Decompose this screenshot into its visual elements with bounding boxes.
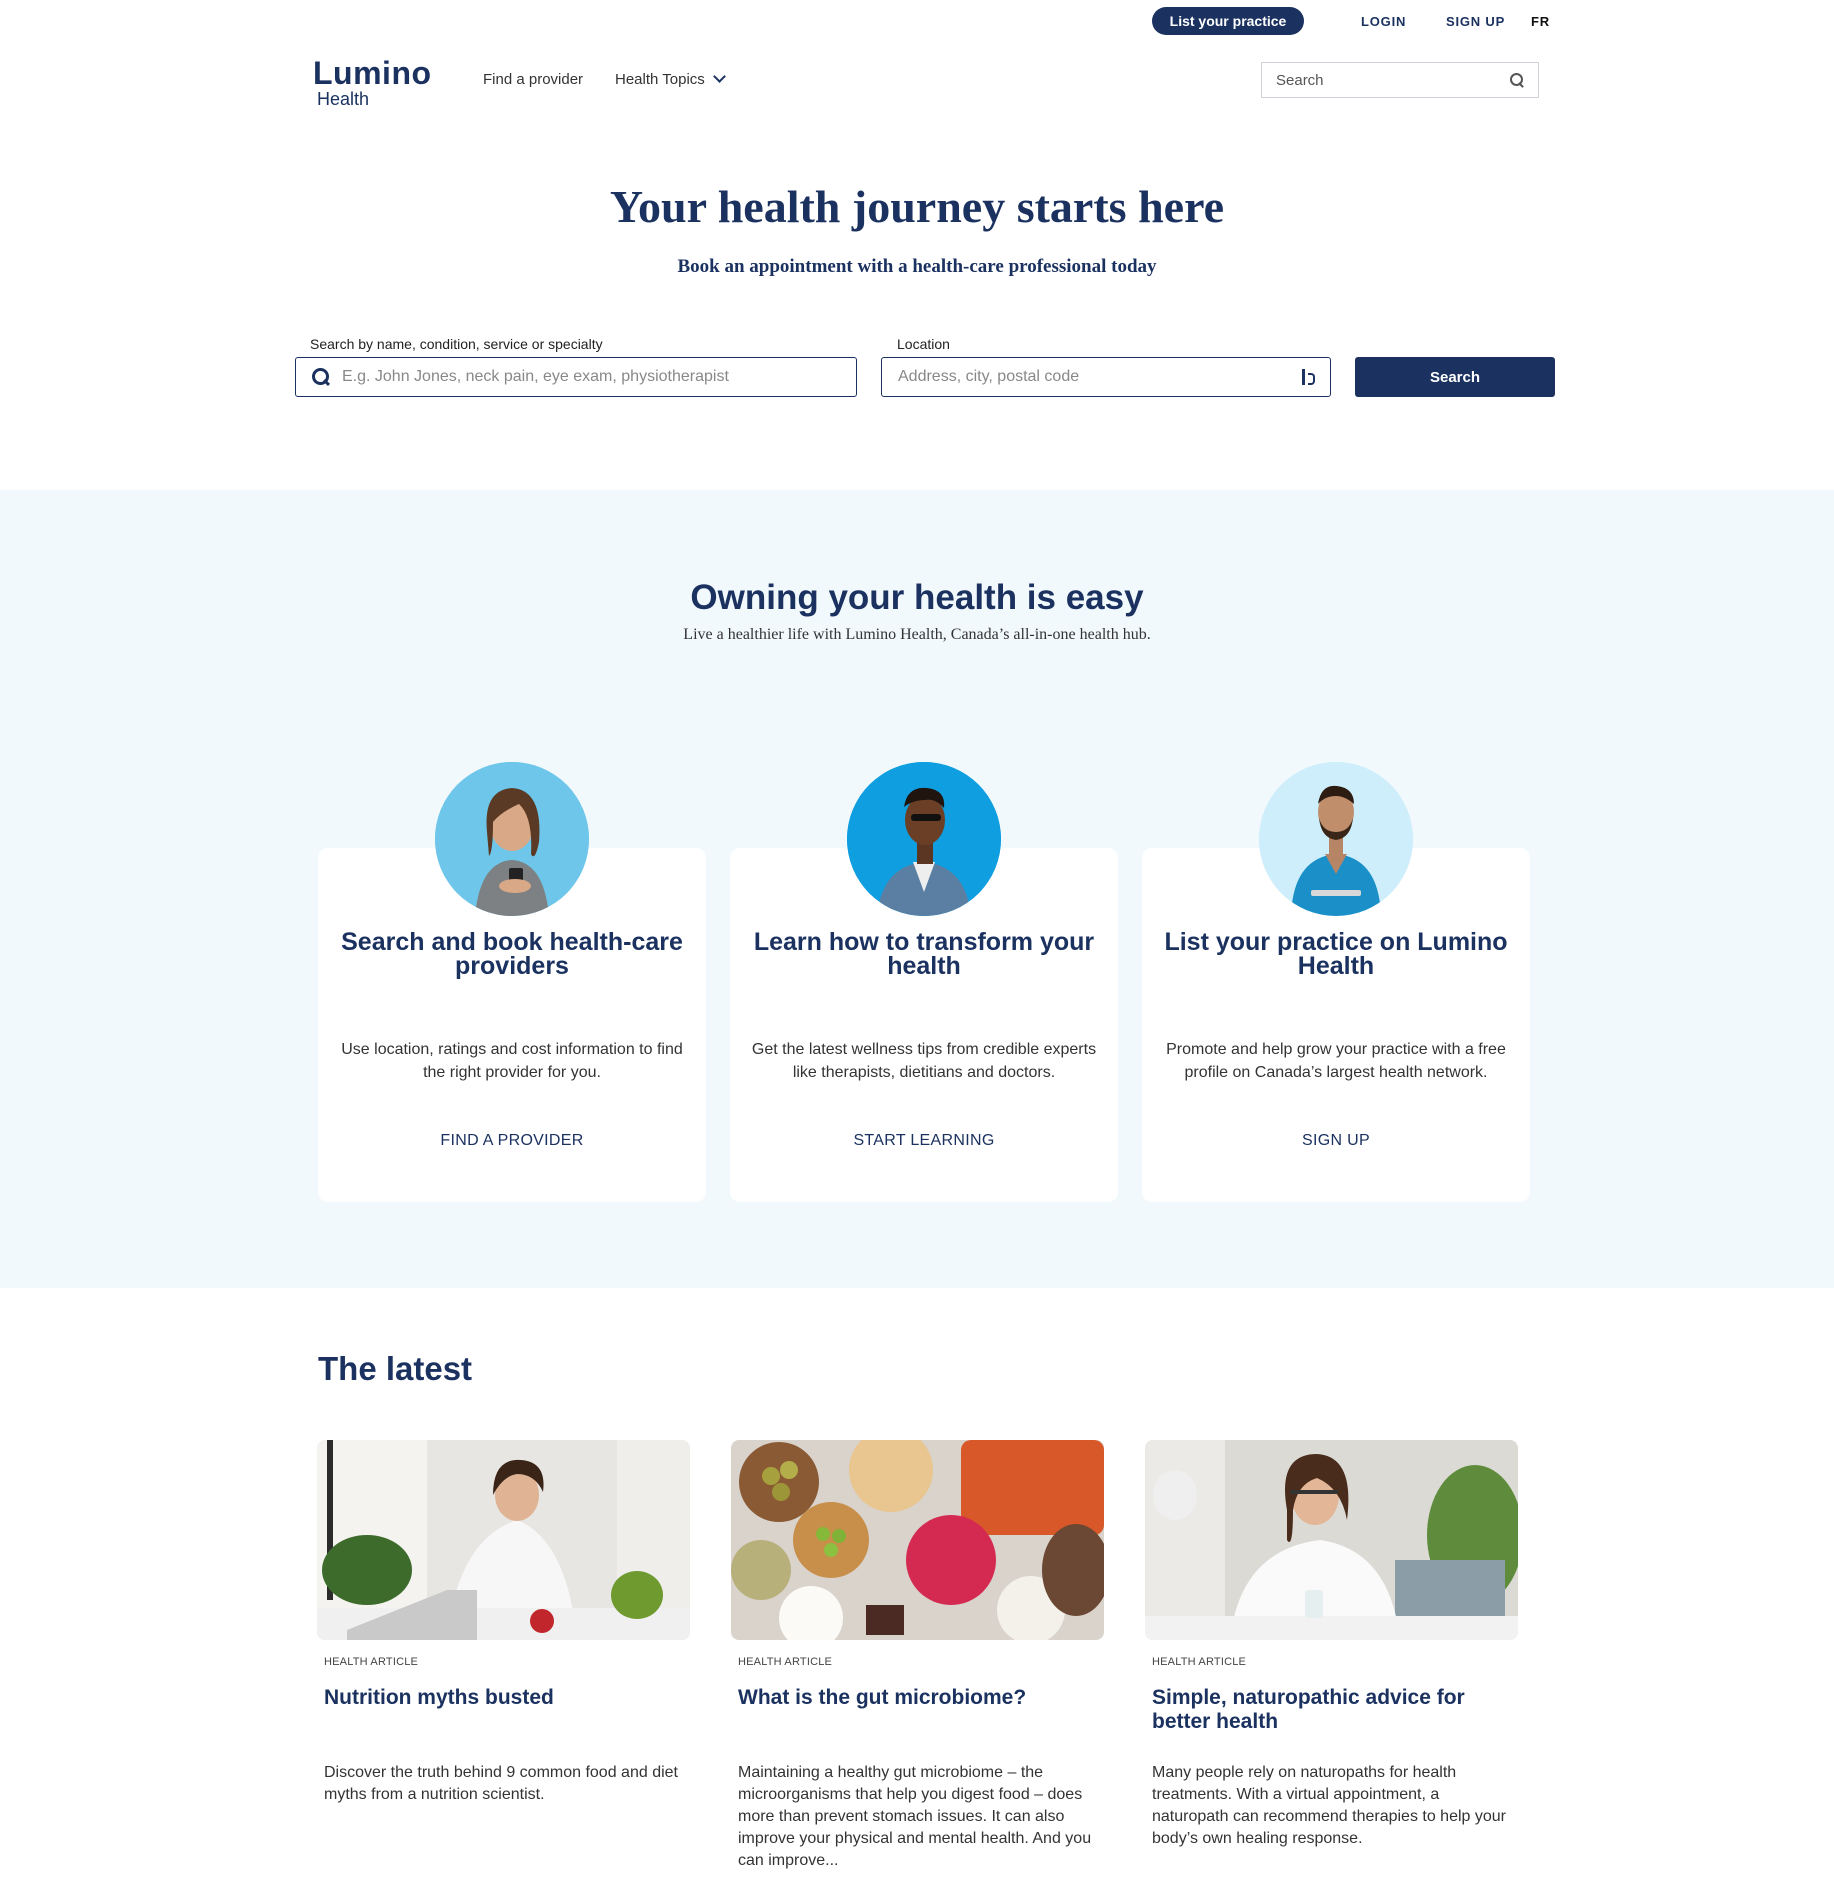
hero-title: Your health journey starts here xyxy=(609,181,1225,232)
article-card[interactable]: HEALTH ARTICLE Nutrition myths busted Di… xyxy=(317,1440,690,1806)
list-your-practice-button[interactable]: List your practice xyxy=(1152,7,1304,35)
location-label: Location xyxy=(897,336,950,352)
header-search-input[interactable] xyxy=(1276,71,1510,89)
language-toggle[interactable]: FR xyxy=(1531,14,1550,29)
logo-brand: Lumino xyxy=(313,55,432,91)
nutrition-doctor-photo xyxy=(317,1440,690,1640)
hero-subtitle: Book an appointment with a health-care p… xyxy=(677,256,1157,277)
article-card[interactable]: HEALTH ARTICLE What is the gut microbiom… xyxy=(731,1440,1104,1872)
article-card[interactable]: HEALTH ARTICLE Simple, naturopathic advi… xyxy=(1145,1440,1518,1850)
start-learning-link[interactable]: START LEARNING xyxy=(730,1132,1118,1150)
nav-health-topics-label: Health Topics xyxy=(615,71,705,88)
chevron-down-icon xyxy=(712,70,726,83)
search-icon[interactable] xyxy=(1510,73,1524,87)
fermented-foods-photo xyxy=(731,1440,1104,1640)
doctor-in-scrubs-photo xyxy=(1259,762,1413,916)
article-tag: HEALTH ARTICLE xyxy=(738,1656,833,1668)
nav-find-provider[interactable]: Find a provider xyxy=(483,71,583,88)
card-description: Get the latest wellness tips from credib… xyxy=(751,1041,1097,1081)
lumino-health-logo[interactable]: Lumino Health xyxy=(313,57,432,109)
card-description: Use location, ratings and cost informati… xyxy=(341,1041,683,1081)
article-description: Discover the truth behind 9 common food … xyxy=(324,1764,678,1803)
find-provider-link[interactable]: FIND A PROVIDER xyxy=(318,1132,706,1150)
nav-health-topics[interactable]: Health Topics xyxy=(615,70,726,88)
owning-title: Owning your health is easy xyxy=(690,578,1144,617)
owning-health-section: Owning your health is easy Live a health… xyxy=(0,490,1834,1288)
article-title[interactable]: What is the gut microbiome? xyxy=(738,1686,1104,1762)
card-description: Promote and help grow your practice with… xyxy=(1166,1041,1506,1081)
search-icon xyxy=(312,368,330,386)
man-in-sunglasses-photo xyxy=(847,762,1001,916)
location-field xyxy=(881,357,1331,397)
article-tag: HEALTH ARTICLE xyxy=(324,1656,419,1668)
query-label: Search by name, condition, service or sp… xyxy=(310,336,603,352)
header-search xyxy=(1261,62,1539,98)
hero-search-button[interactable]: Search xyxy=(1355,357,1555,397)
card-title: Learn how to transform your health xyxy=(753,928,1095,980)
logo-sub: Health xyxy=(317,89,370,109)
article-title[interactable]: Simple, naturopathic advice for better h… xyxy=(1152,1686,1518,1762)
query-field xyxy=(295,357,857,397)
signup-card-link[interactable]: SIGN UP xyxy=(1142,1132,1530,1150)
login-link[interactable]: LOGIN xyxy=(1361,14,1406,29)
location-input[interactable] xyxy=(898,368,1302,386)
naturopath-woman-photo xyxy=(1145,1440,1518,1640)
article-description: Many people rely on naturopaths for heal… xyxy=(1152,1764,1506,1847)
card-title: Search and book health-care providers xyxy=(341,928,683,980)
query-input[interactable] xyxy=(342,368,840,386)
card-title: List your practice on Lumino Health xyxy=(1164,928,1508,980)
article-title[interactable]: Nutrition myths busted xyxy=(324,1686,690,1762)
utility-bar: List your practice LOGIN SIGN UP FR xyxy=(0,7,1834,37)
woman-with-phone-photo xyxy=(435,762,589,916)
current-location-icon[interactable] xyxy=(1302,369,1315,385)
article-tag: HEALTH ARTICLE xyxy=(1152,1656,1247,1668)
article-description: Maintaining a healthy gut microbiome – t… xyxy=(738,1764,1092,1869)
signup-link[interactable]: SIGN UP xyxy=(1446,14,1505,29)
latest-title: The latest xyxy=(318,1350,473,1387)
owning-subtitle: Live a healthier life with Lumino Health… xyxy=(683,626,1151,643)
